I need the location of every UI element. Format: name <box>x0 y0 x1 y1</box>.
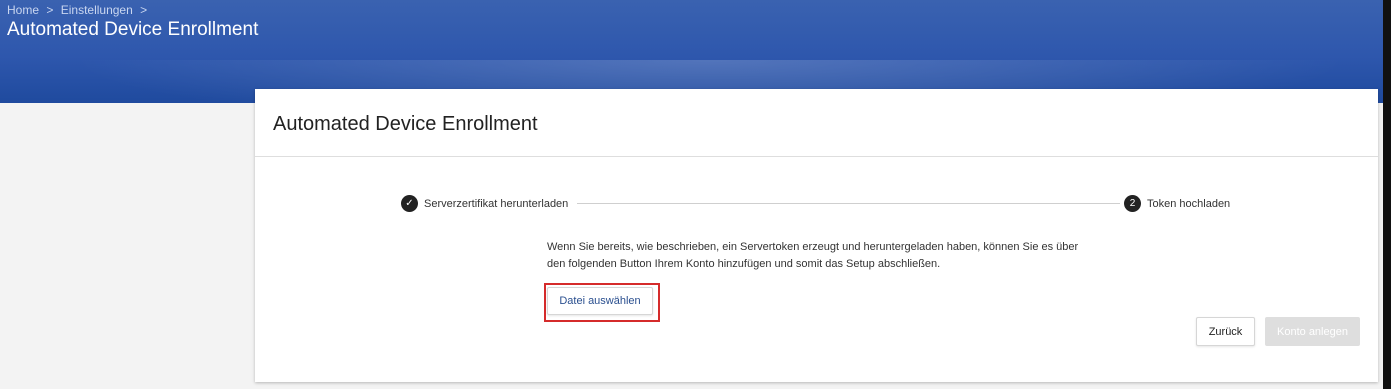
window-edge <box>1383 0 1391 389</box>
breadcrumb-separator-icon: > <box>140 3 148 17</box>
instruction-text: Wenn Sie bereits, wie beschrieben, ein S… <box>547 241 1079 270</box>
check-circle-icon: ✓ <box>401 195 418 212</box>
breadcrumb: Home > Einstellungen > <box>7 3 151 17</box>
card-divider <box>255 156 1378 157</box>
step-serverzertifikat: ✓ Serverzertifikat herunterladen <box>401 195 568 212</box>
step-token-hochladen: 2 Token hochladen <box>1124 195 1230 212</box>
page-title: Automated Device Enrollment <box>7 19 259 40</box>
enrollment-card: Automated Device Enrollment ✓ Serverzert… <box>255 89 1378 382</box>
choose-file-button[interactable]: Datei auswählen <box>547 287 653 315</box>
stepper-connector <box>577 203 1120 204</box>
card-title: Automated Device Enrollment <box>273 113 538 135</box>
back-button[interactable]: Zurück <box>1196 317 1255 346</box>
breadcrumb-einstellungen[interactable]: Einstellungen <box>61 3 133 17</box>
step-label: Token hochladen <box>1147 197 1231 210</box>
step-number-icon: 2 <box>1124 195 1141 212</box>
header-banner: Home > Einstellungen > Automated Device … <box>0 0 1383 103</box>
step-label: Serverzertifikat herunterladen <box>424 197 569 210</box>
create-account-button[interactable]: Konto anlegen <box>1265 317 1360 346</box>
breadcrumb-separator-icon: > <box>46 3 54 17</box>
breadcrumb-home[interactable]: Home <box>7 3 39 17</box>
